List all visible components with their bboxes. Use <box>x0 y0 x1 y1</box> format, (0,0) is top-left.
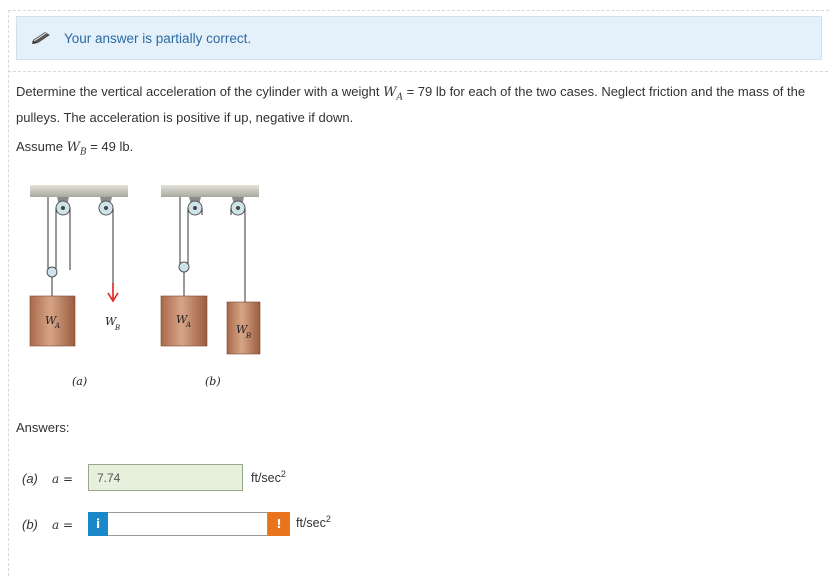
row-a-var: a = <box>52 471 73 486</box>
row-b-var: a = <box>52 517 73 532</box>
row-a-var-text: a = <box>52 472 74 486</box>
divider <box>8 71 828 72</box>
case-a-label: (a) <box>72 375 87 388</box>
answer-a-input[interactable] <box>88 464 243 491</box>
status-message: Your answer is partially correct. <box>64 31 252 46</box>
row-a-unit-text: ft/sec <box>251 471 281 486</box>
answer-b-input[interactable] <box>108 512 268 536</box>
case-b-label: (b) <box>205 375 221 388</box>
case-a-diagram: W A W B (a) <box>29 185 128 388</box>
weight-a-sub-b: A <box>185 321 191 329</box>
row-b-unit-exp: 2 <box>325 514 331 524</box>
wb-subscript: B <box>79 147 87 158</box>
weight-a-sub-a: A <box>54 322 60 330</box>
row-b-part: (b) <box>22 517 38 532</box>
pulley-figure: W A W B (a) W A W B (b) <box>29 185 261 388</box>
assumption-text: Assume WB = 49 lb. <box>16 139 133 158</box>
row-a-label: (a) <box>22 471 38 486</box>
wb-symbol: W <box>66 140 80 155</box>
pencil-icon <box>32 32 50 44</box>
problem-text-start: Determine the vertical acceleration of t… <box>16 84 384 99</box>
row-b-unit-text: ft/sec <box>296 516 326 531</box>
row-b-label: (b) <box>22 517 38 532</box>
weight-b-sub-a: B <box>114 324 120 332</box>
wa-symbol: W <box>383 85 397 100</box>
row-a-part: (a) <box>22 471 38 486</box>
row-b-unit: ft/sec2 <box>296 514 331 530</box>
problem-statement: Determine the vertical acceleration of t… <box>16 82 824 127</box>
info-icon[interactable]: i <box>88 512 108 536</box>
assume-prefix: Assume <box>16 139 67 154</box>
warning-icon[interactable]: ! <box>268 512 290 536</box>
assume-value: = 49 lb. <box>86 139 134 154</box>
row-b-var-text: a = <box>52 518 74 532</box>
weight-b-sub-b: B <box>245 332 251 340</box>
case-b-diagram: W A W B (b) <box>160 185 261 388</box>
row-a-unit: ft/sec2 <box>251 469 286 485</box>
row-a-unit-exp: 2 <box>280 469 286 479</box>
status-banner: Your answer is partially correct. <box>16 16 822 60</box>
answers-heading: Answers: <box>16 420 70 435</box>
